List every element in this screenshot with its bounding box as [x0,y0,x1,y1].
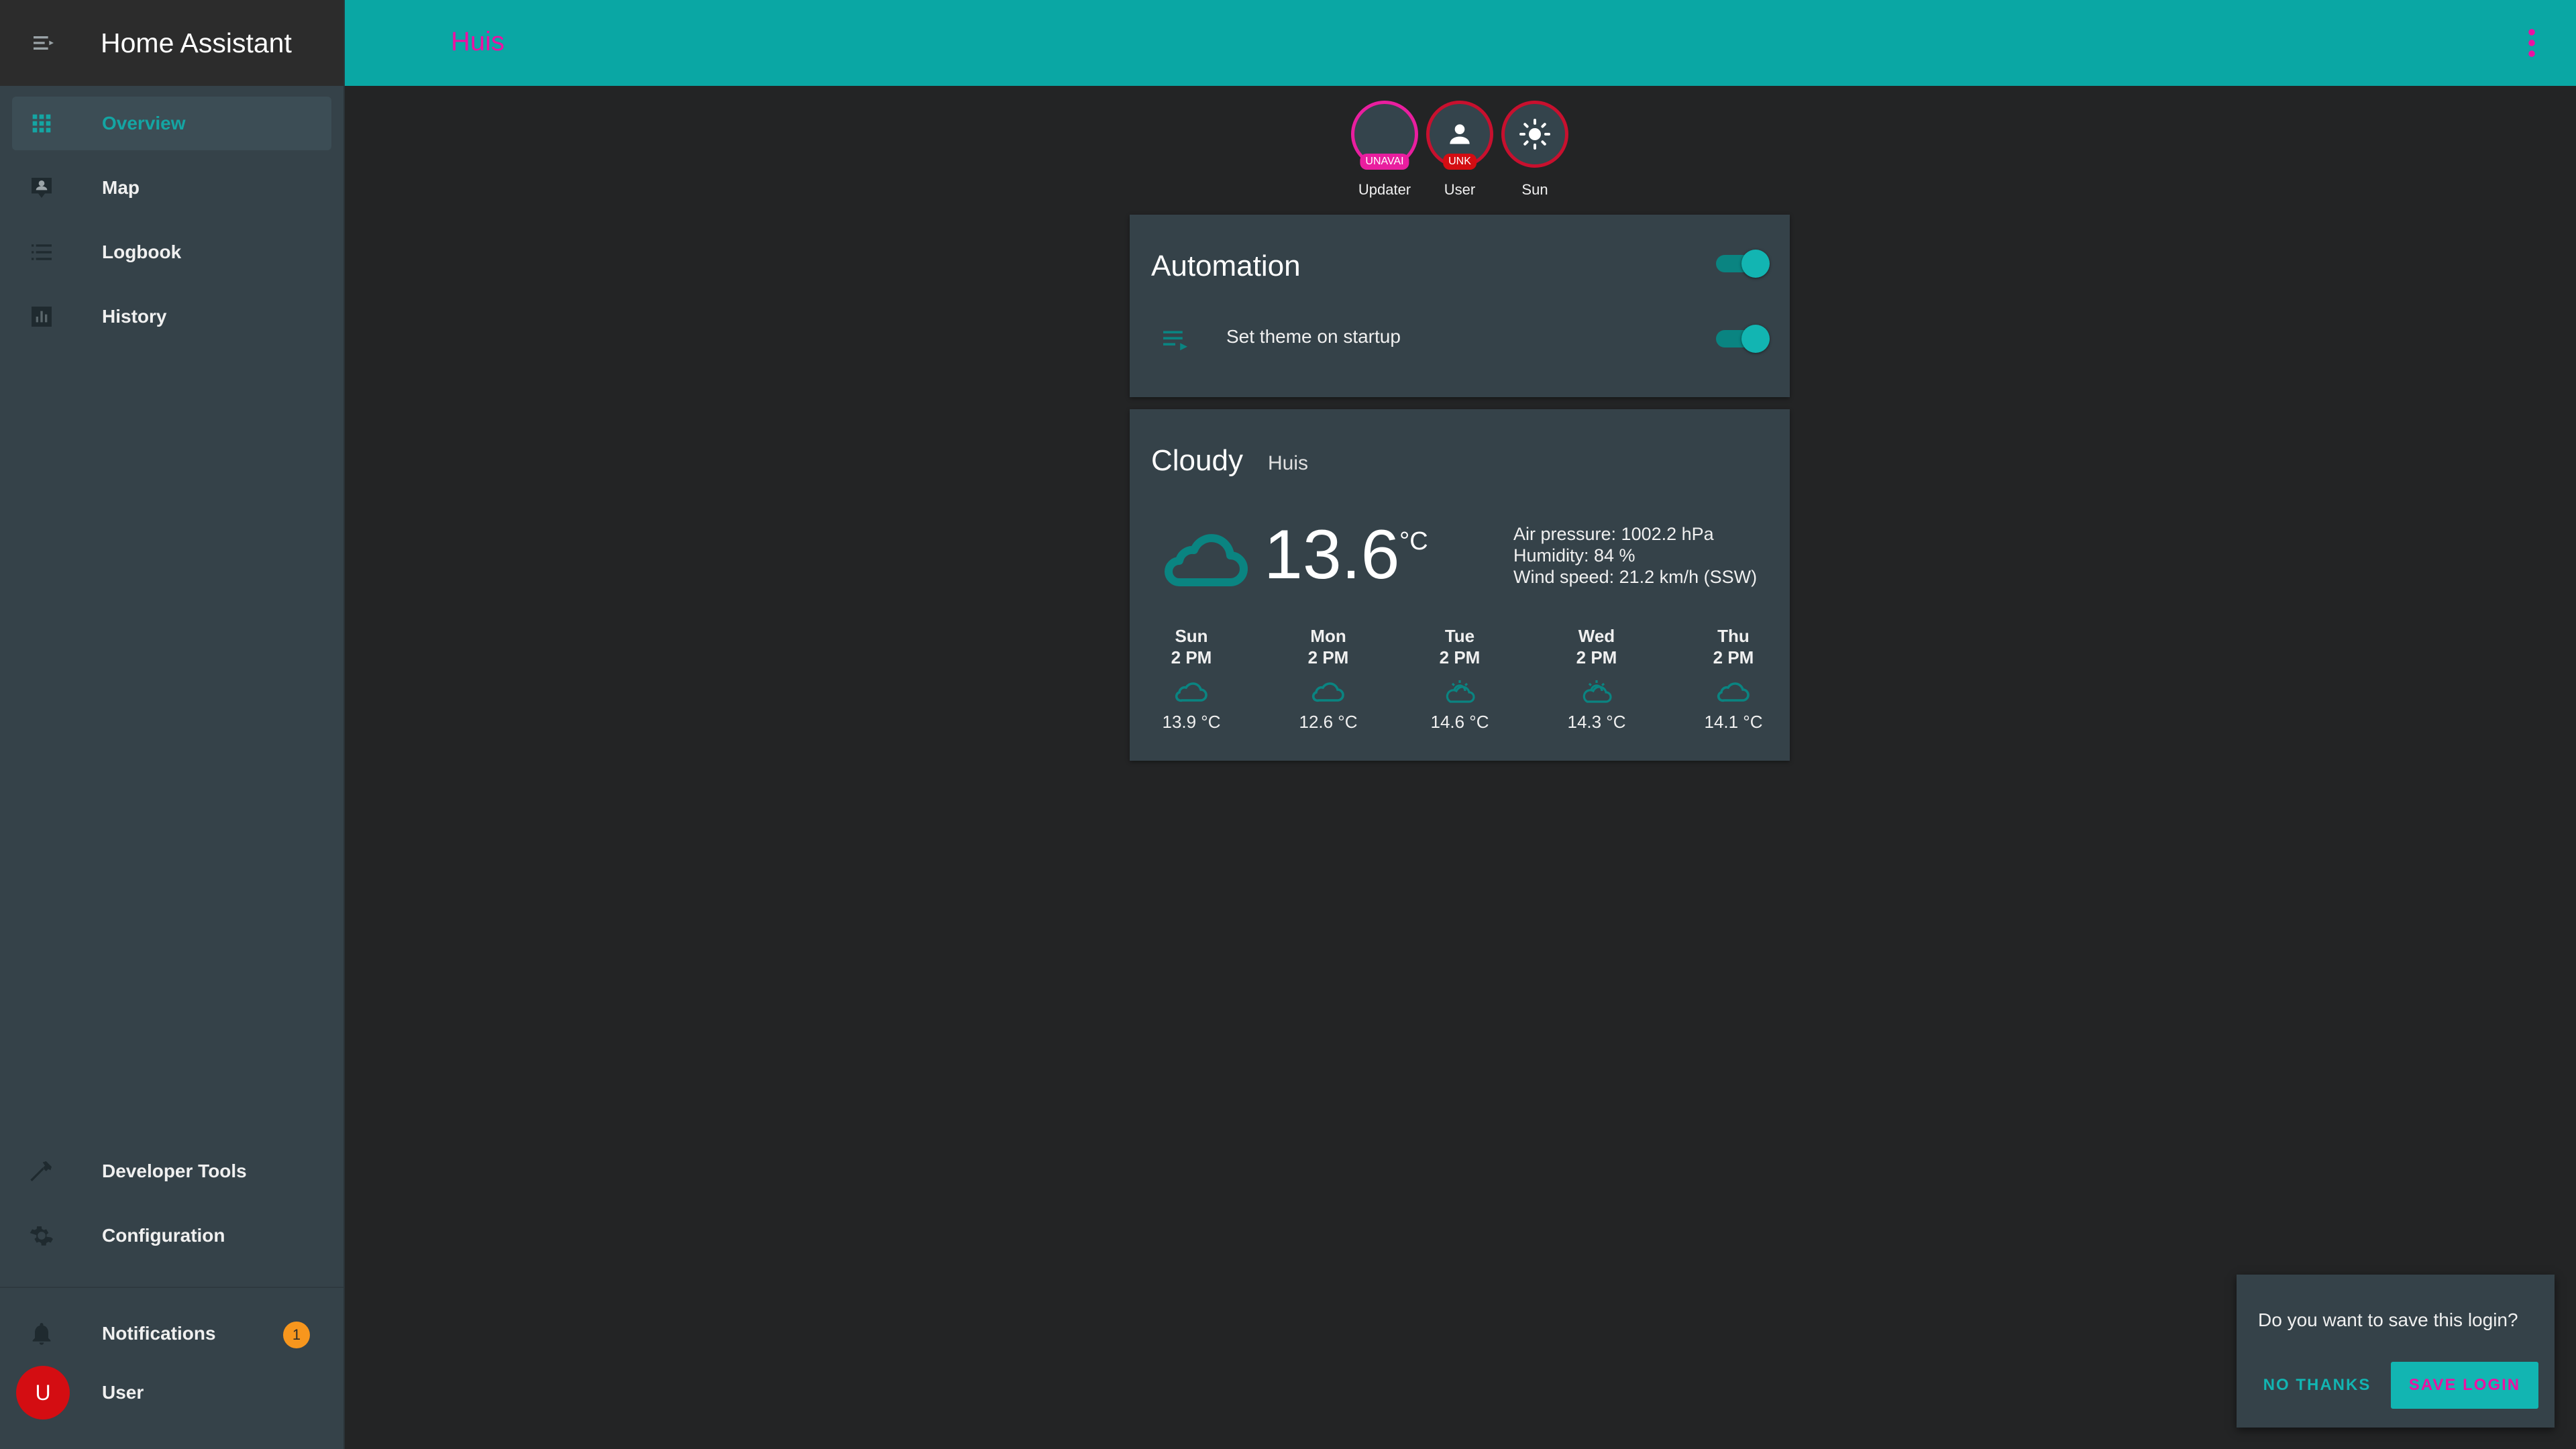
toggle-knob [1741,250,1770,278]
forecast-temp: 13.9 °C [1162,712,1221,732]
automation-card: Automation Set theme on startup [1130,215,1790,397]
weather-wind: Wind speed: 21.2 km/h (SSW) [1513,567,1758,587]
weather-pressure: Air pressure: 1002.2 hPa [1513,524,1714,544]
top-app-bar: Huis [345,0,2576,86]
cloudy-icon [1311,682,1344,702]
forecast-time: 2 PM [1307,647,1349,667]
forecast-temp: 14.3 °C [1567,712,1626,732]
weather-condition: Cloudy [1151,444,1243,477]
forecast-item: Sun 2 PM 13.9 °C [1131,625,1252,733]
forecast-time: 2 PM [1439,647,1481,667]
badge-label: User [1444,181,1476,198]
cloudy-icon [1165,534,1248,586]
forecast-day: Sun [1175,626,1208,646]
hammer-icon [30,1161,52,1181]
weather-humidity: Humidity: 84 % [1513,545,1635,566]
weather-temperature-unit: °C [1399,527,1428,555]
sidebar-item-label: User [102,1382,144,1403]
partly-cloudy-icon [1446,680,1475,703]
save-login-toast: Do you want to save this login? NO THANK… [2237,1275,2555,1428]
weather-temperature: 13.6 [1264,516,1400,594]
sidebar-item-label: Notifications [102,1323,216,1344]
weather-attributes: Air pressure: 1002.2 hPa Humidity: 84 % … [1513,523,1757,588]
app-title: Home Assistant [101,27,292,58]
bell-icon [32,1323,51,1345]
forecast-temp: 14.6 °C [1430,712,1489,732]
sidebar-bottom-nav: Developer Tools Configuration [0,1144,343,1273]
card-title: Automation [1151,250,1301,282]
forecast-temp: 12.6 °C [1299,712,1358,732]
sidebar-notifications-section: Notifications 1 [0,1307,343,1371]
forecast-temp: 14.1 °C [1704,712,1763,732]
partly-cloudy-icon [1582,680,1612,703]
forecast-time: 2 PM [1171,647,1212,667]
badge-sun[interactable]: Sun [1501,101,1568,199]
badge-circle: UNAVAI [1351,101,1418,170]
sidebar-header: Home Assistant [0,0,343,86]
menu-toggle-button[interactable] [27,26,60,60]
avatar: U [16,1366,70,1419]
app-root: Home Assistant Overview Map Logbook Hist… [0,0,2576,1449]
sidebar-item-history[interactable]: History [12,290,331,343]
automation-row-label[interactable]: Set theme on startup [1226,326,1401,347]
forecast-time: 2 PM [1713,647,1754,667]
sidebar: Home Assistant Overview Map Logbook Hist… [0,0,345,1449]
badge-state-tag: UNK [1443,154,1477,170]
forecast-day: Tue [1444,626,1475,646]
toast-message: Do you want to save this login? [2258,1309,2518,1330]
sidebar-item-label: Logbook [102,241,182,262]
weather-card[interactable]: Cloudy Huis 13.6 °C Air pressure: 1002.2… [1130,409,1790,761]
badge-state-tag: UNAVAI [1360,154,1409,170]
badge-circle [1501,101,1568,168]
page-title: Huis [451,27,505,56]
toggle-knob [1741,325,1770,353]
account-icon [1450,124,1470,144]
badge-label: Sun [1521,181,1548,198]
save-login-button[interactable]: SAVE LOGIN [2391,1362,2538,1409]
notification-count-badge: 1 [283,1322,310,1348]
sidebar-item-notifications[interactable]: Notifications 1 [12,1307,331,1360]
weather-location-name: Huis [1268,452,1309,474]
playlist-play-icon [1163,331,1187,351]
cloudy-icon [1175,682,1208,702]
dots-vertical-icon [2528,29,2535,57]
sidebar-divider [0,1287,343,1288]
forecast-item: Mon 2 PM 12.6 °C [1268,625,1389,733]
badge-user[interactable]: UNK User [1426,101,1493,199]
forecast-item: Wed 2 PM 14.3 °C [1536,625,1657,733]
list-icon [32,244,52,260]
entity-badges: UNAVAI Updater UNK User Sun [0,101,2576,208]
sidebar-item-configuration[interactable]: Configuration [12,1209,331,1263]
sidebar-item-user[interactable]: U User [12,1366,331,1419]
sidebar-item-developer-tools[interactable]: Developer Tools [12,1144,331,1198]
sidebar-item-logbook[interactable]: Logbook [12,225,331,279]
forecast-item: Thu 2 PM 14.1 °C [1673,625,1794,733]
forecast-day: Thu [1717,626,1750,646]
cloudy-icon [1717,682,1750,702]
forecast-day: Wed [1578,626,1615,646]
weather-forecast: Sun 2 PM 13.9 °C Mon 2 PM 12.6 °C Tue 2 … [1130,625,1790,753]
automation-group-toggle[interactable] [1716,250,1770,278]
sidebar-item-label: History [102,306,167,327]
sidebar-item-label: Developer Tools [102,1161,247,1181]
sun-icon [1519,119,1550,150]
badge-circle: UNK [1426,101,1493,170]
forecast-item: Tue 2 PM 14.6 °C [1399,625,1520,733]
forecast-time: 2 PM [1576,647,1617,667]
chart-bar-icon [32,307,52,327]
no-thanks-button[interactable]: NO THANKS [2257,1362,2377,1409]
menu-open-icon [34,36,54,50]
sidebar-item-label: Configuration [102,1225,225,1246]
gear-icon [30,1226,53,1246]
badge-updater[interactable]: UNAVAI Updater [1351,101,1418,199]
badge-label: Updater [1358,181,1411,198]
automation-toggle[interactable] [1716,325,1770,353]
sidebar-user-section: U User [0,1366,343,1430]
forecast-day: Mon [1310,626,1346,646]
more-options-button[interactable] [2525,28,2538,58]
